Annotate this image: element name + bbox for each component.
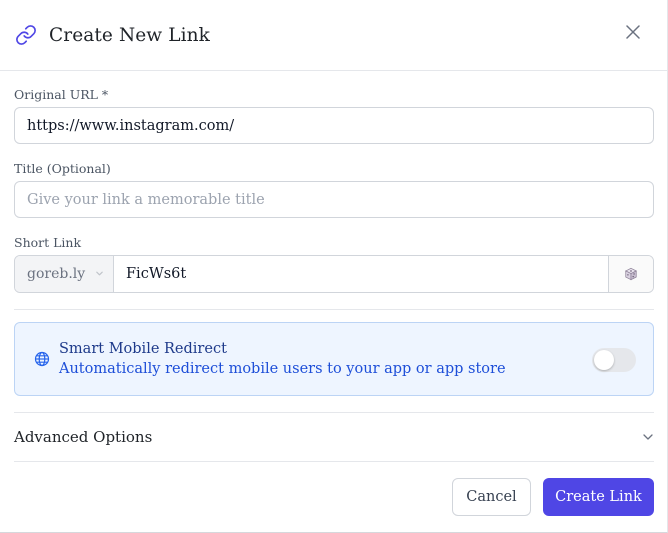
- dialog-title: Create New Link: [49, 24, 210, 46]
- domain-select[interactable]: goreb.ly: [15, 256, 114, 292]
- section-divider: [14, 309, 654, 310]
- title-label: Title (Optional): [14, 161, 111, 176]
- smart-redirect-card: Smart Mobile Redirect Automatically redi…: [14, 322, 654, 396]
- smart-redirect-toggle[interactable]: [592, 348, 636, 372]
- short-link-label: Short Link: [14, 235, 82, 250]
- title-input[interactable]: [14, 181, 654, 218]
- create-link-button[interactable]: Create Link: [543, 478, 654, 516]
- dice-icon: [624, 267, 638, 281]
- advanced-options-toggle[interactable]: Advanced Options: [14, 413, 654, 461]
- link-icon: [15, 24, 37, 46]
- cancel-button[interactable]: Cancel: [452, 478, 531, 516]
- smart-redirect-description: Automatically redirect mobile users to y…: [59, 361, 506, 377]
- section-divider: [14, 461, 654, 462]
- domain-value: goreb.ly: [27, 266, 86, 282]
- slug-input[interactable]: [114, 256, 608, 292]
- chevron-down-icon: [95, 266, 104, 282]
- original-url-label: Original URL *: [14, 87, 109, 102]
- original-url-input[interactable]: [14, 107, 654, 144]
- toggle-knob: [594, 350, 614, 370]
- close-icon: [626, 25, 640, 39]
- close-button[interactable]: [613, 12, 653, 52]
- short-link-row: goreb.ly: [14, 255, 654, 293]
- dialog-header: Create New Link: [0, 0, 667, 71]
- chevron-down-icon: [642, 428, 654, 447]
- advanced-options-label: Advanced Options: [14, 428, 153, 446]
- create-link-dialog: Create New Link Original URL * Title (Op…: [0, 0, 668, 533]
- smart-redirect-title: Smart Mobile Redirect: [59, 341, 227, 357]
- randomize-slug-button[interactable]: [608, 256, 653, 292]
- globe-icon: [34, 351, 50, 367]
